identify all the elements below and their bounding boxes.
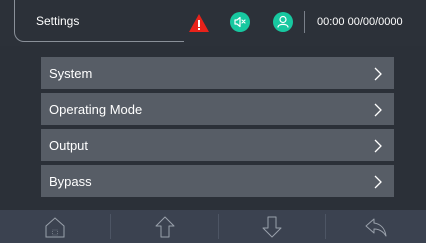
- user-icon[interactable]: [273, 12, 293, 32]
- home-icon: [45, 216, 65, 237]
- up-arrow-icon: [155, 216, 174, 237]
- menu-item-label: Bypass: [49, 174, 92, 189]
- down-arrow-icon: [262, 216, 282, 237]
- up-button[interactable]: [111, 210, 218, 243]
- menu-item-system[interactable]: System: [41, 57, 394, 89]
- back-button[interactable]: [326, 210, 426, 243]
- datetime-readout: 00:00 00/00/0000: [317, 16, 403, 28]
- warning-icon[interactable]: [188, 13, 210, 33]
- down-button[interactable]: [219, 210, 325, 243]
- menu-item-operating-mode[interactable]: Operating Mode: [41, 93, 394, 125]
- menu-item-bypass[interactable]: Bypass: [41, 165, 394, 197]
- footer-bar: [0, 210, 426, 243]
- menu-item-label: Output: [49, 138, 89, 153]
- header-divider: [304, 11, 305, 33]
- mute-icon[interactable]: [230, 12, 250, 32]
- menu-item-label: System: [49, 66, 93, 81]
- chevron-right-icon: [374, 175, 382, 189]
- settings-menu: System Operating Mode Output Bypass: [41, 57, 394, 201]
- header-bar: Settings 00:00 00/00/0000: [0, 0, 426, 46]
- home-button[interactable]: [0, 210, 110, 243]
- menu-item-label: Operating Mode: [49, 102, 143, 117]
- menu-item-output[interactable]: Output: [41, 129, 394, 161]
- back-icon: [365, 218, 387, 236]
- chevron-right-icon: [374, 139, 382, 153]
- chevron-right-icon: [374, 67, 382, 81]
- page-title: Settings: [36, 14, 80, 28]
- chevron-right-icon: [374, 103, 382, 117]
